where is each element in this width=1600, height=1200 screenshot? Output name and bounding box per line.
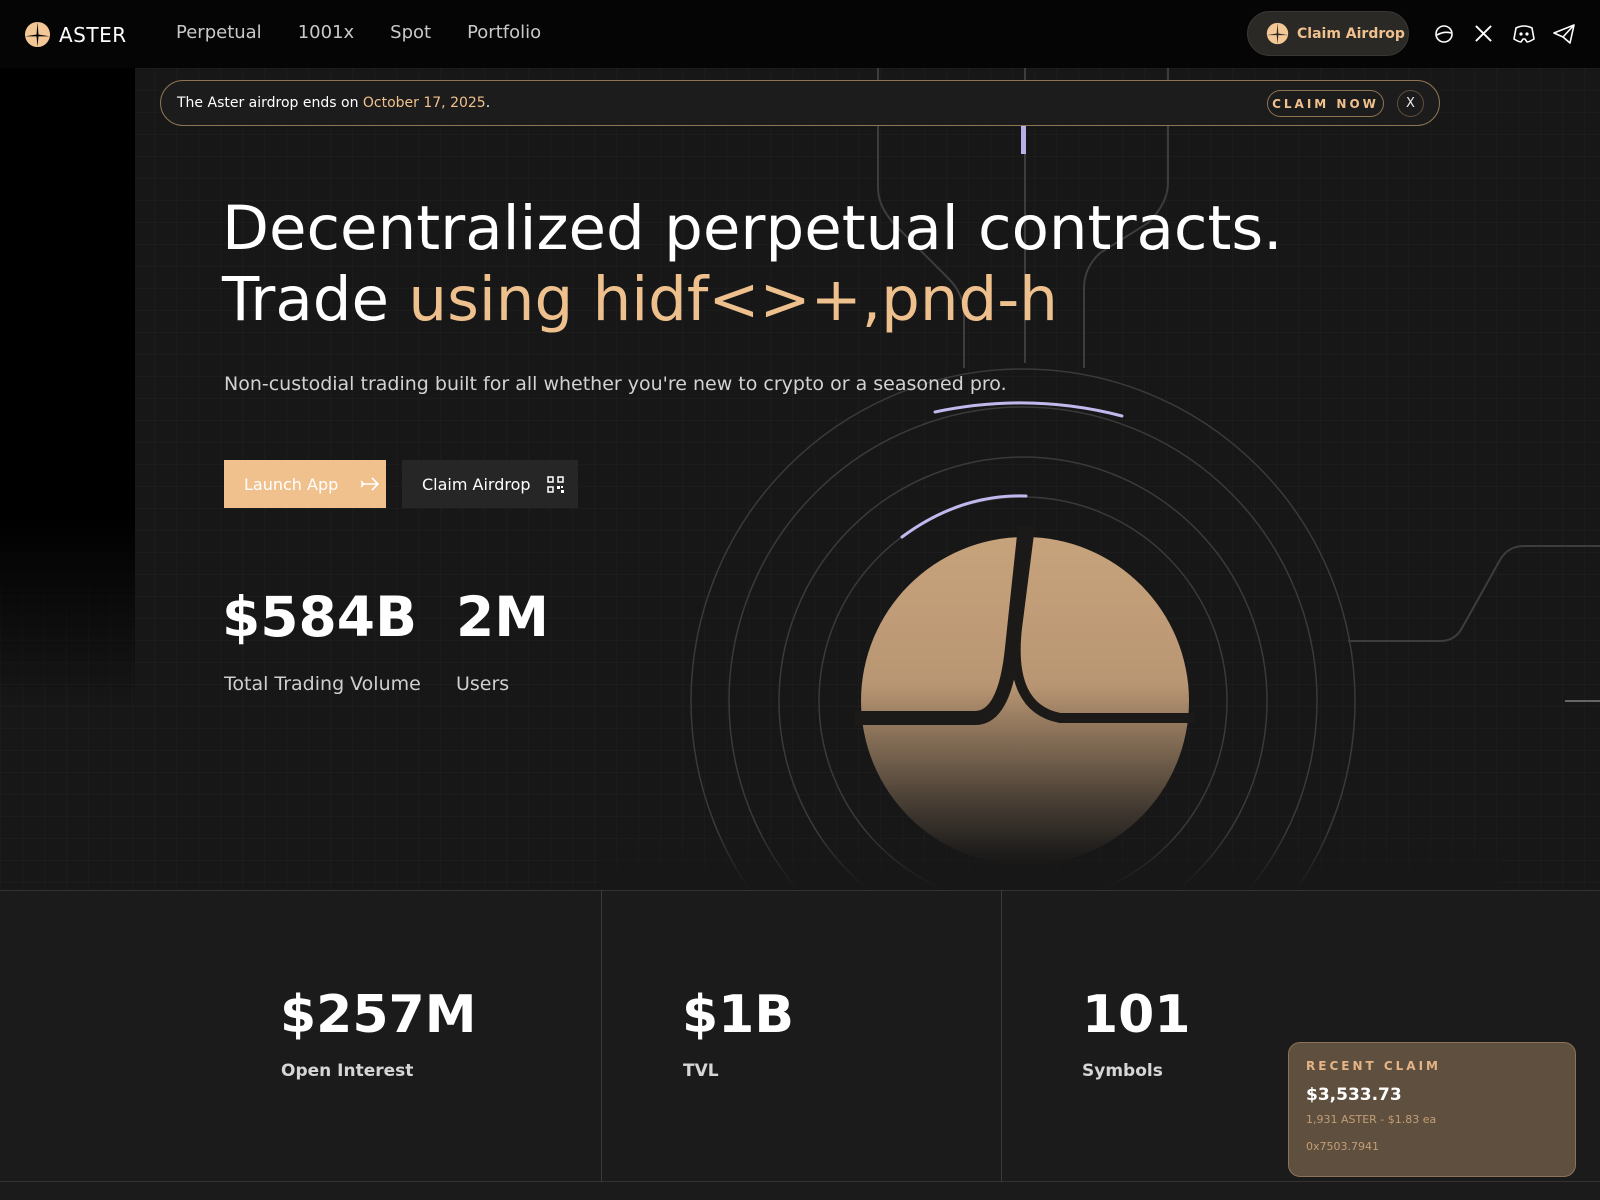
banner-text-prefix: The Aster airdrop ends on [177,95,363,111]
aster-logo-icon [1266,22,1289,45]
launch-app-button[interactable]: Launch App [224,460,386,508]
nav-link-1001x[interactable]: 1001x [298,22,354,43]
tvl-value: $1B [682,985,794,1045]
symbols-label: Symbols [1082,1061,1163,1081]
aster-logo-icon [24,21,51,48]
total-trading-volume-value: $584B [222,585,417,649]
hero-headline: Decentralized perpetual contracts. Trade… [222,193,1283,335]
open-interest-label: Open Interest [281,1061,414,1081]
users-label: Users [456,673,510,695]
headline-line-1: Decentralized perpetual contracts. [222,193,1283,264]
banner-date: October 17, 2025 [362,95,486,111]
headline-line-2: Trade using hidf<>+,pnd-h [222,264,1283,335]
main-menu: Perpetual 1001x Spot Portfolio [176,22,541,43]
nav-link-spot[interactable]: Spot [390,22,431,43]
users-value: 2M [456,585,550,649]
discord-icon[interactable] [1512,22,1535,45]
recent-claim-amount: $3,533.73 [1306,1085,1402,1105]
recent-claim-toast[interactable]: RECENT CLAIM $3,533.73 1,931 ASTER - $1.… [1288,1042,1576,1177]
claim-airdrop-button[interactable]: Claim Airdrop [402,460,578,508]
metrics-divider [1001,890,1002,1182]
brand-name: ASTER [59,22,127,47]
claim-airdrop-nav-label: Claim Airdrop [1297,25,1405,42]
claim-airdrop-label: Claim Airdrop [422,474,531,494]
launch-app-label: Launch App [244,474,339,494]
x-icon[interactable] [1472,22,1495,45]
banner-text-suffix: . [485,95,491,111]
symbols-value: 101 [1082,985,1191,1045]
headline-line-2-prefix: Trade [222,264,409,335]
claim-now-button[interactable]: CLAIM NOW [1267,90,1384,117]
top-navigation: ASTER Perpetual 1001x Spot Portfolio Cla… [0,0,1600,68]
hero-subtitle: Non-custodial trading built for all whet… [224,373,1007,395]
nav-link-perpetual[interactable]: Perpetual [176,22,262,43]
tvl-label: TVL [683,1061,719,1081]
airdrop-announcement-banner: The Aster airdrop ends on October 17, 20… [160,80,1440,126]
total-trading-volume-label: Total Trading Volume [224,673,421,695]
arrow-right-icon [360,477,380,491]
recent-claim-detail: 1,931 ASTER - $1.83 ea [1306,1113,1437,1126]
telegram-icon[interactable] [1552,22,1575,45]
headline-accent-text: using hidf<>+,pnd-h [408,264,1058,335]
claim-airdrop-nav-button[interactable]: Claim Airdrop [1247,11,1409,56]
nav-link-portfolio[interactable]: Portfolio [467,22,541,43]
metrics-divider [601,890,602,1182]
recent-claim-title: RECENT CLAIM [1306,1059,1441,1073]
globe-icon[interactable] [1432,22,1455,45]
qr-code-icon [546,475,564,493]
banner-message: The Aster airdrop ends on October 17, 20… [177,95,490,111]
recent-claim-address: 0x7503.7941 [1306,1140,1379,1153]
brand-logo[interactable]: ASTER [24,21,127,48]
open-interest-value: $257M [280,985,477,1045]
banner-close-button[interactable]: X [1397,90,1424,117]
social-links [1432,22,1575,45]
